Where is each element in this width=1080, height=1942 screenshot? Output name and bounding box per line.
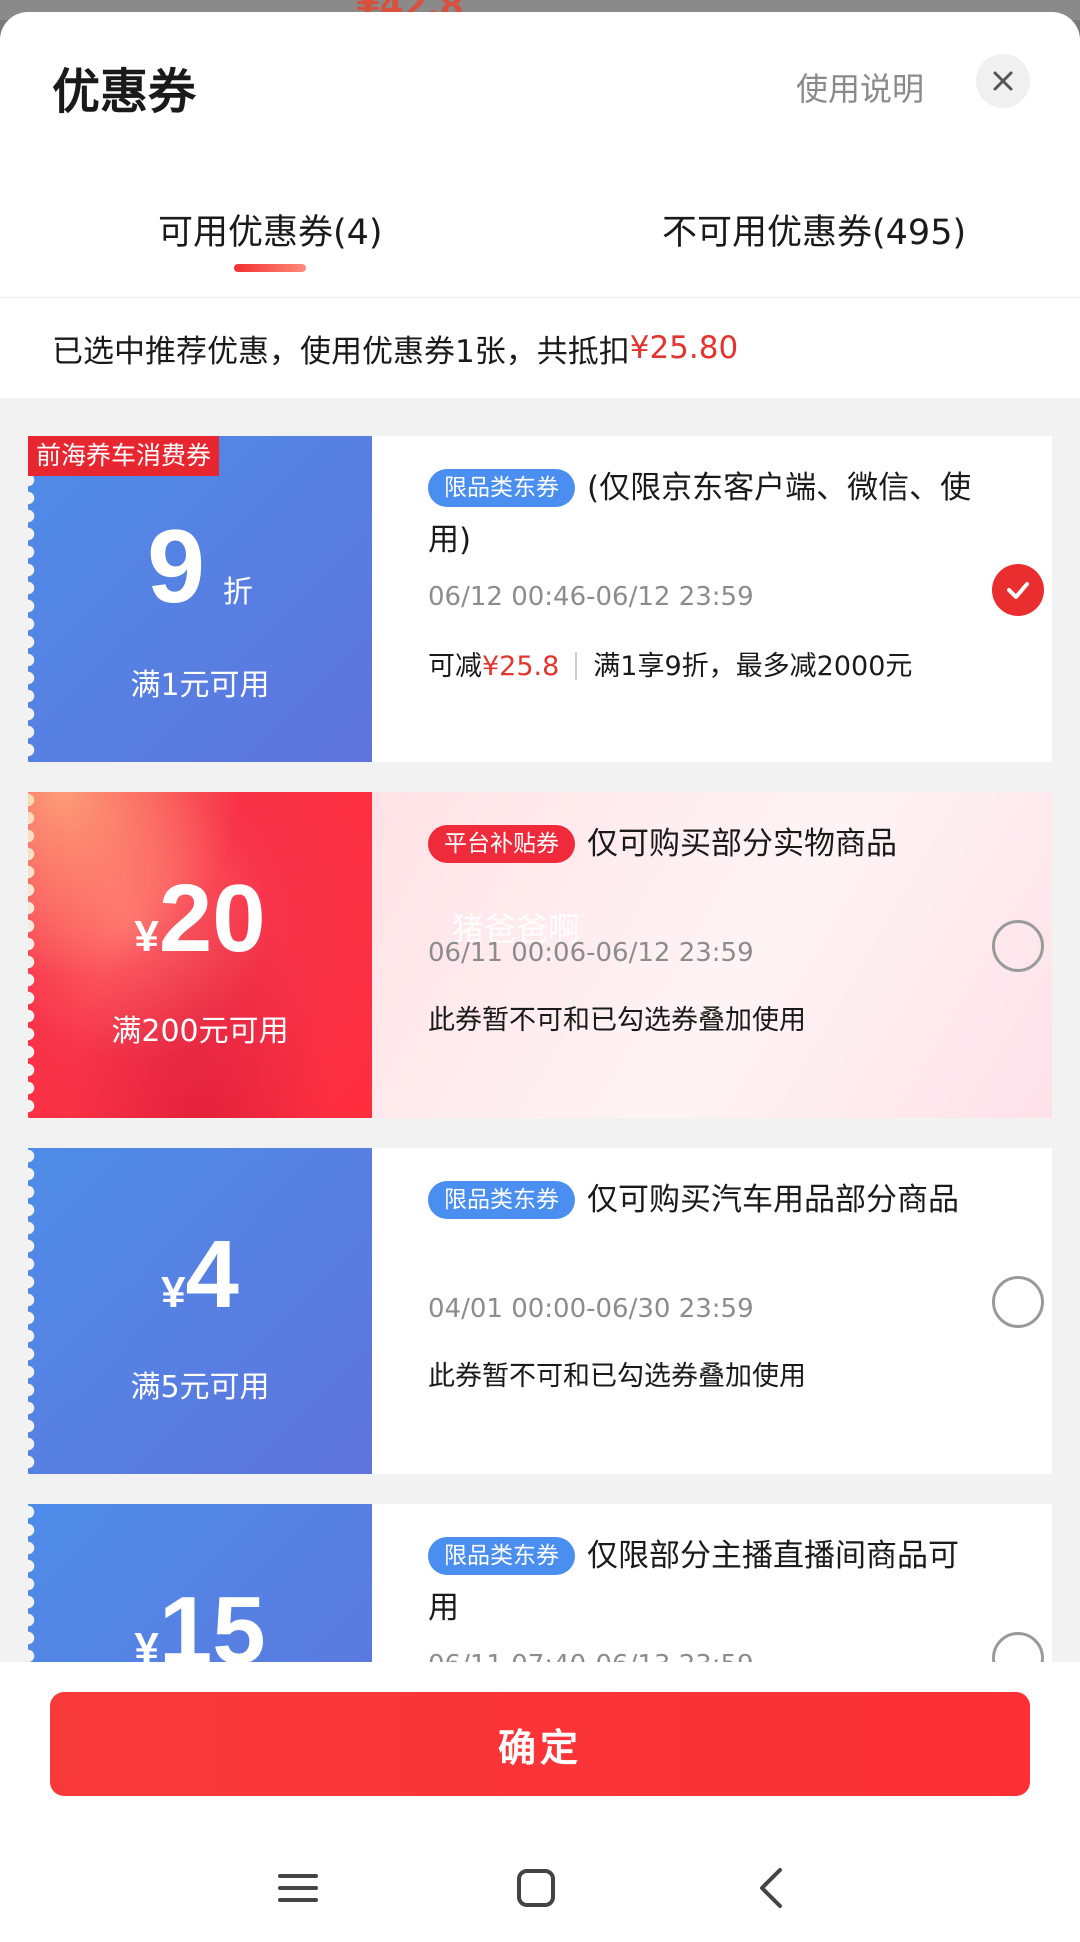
coupon-select-checkbox[interactable] bbox=[992, 1276, 1044, 1328]
coupon-value-number: 4 bbox=[185, 1221, 239, 1328]
coupon-type-badge: 限品类东券 bbox=[428, 1181, 575, 1219]
coupon-validity: 06/11 00:06-06/12 23:59 bbox=[428, 938, 754, 968]
coupon-info: 限品类东券 (仅限京东客户端、微信、使用) 06/12 00:46-06/12 2… bbox=[372, 436, 1052, 762]
coupon-select-checkbox[interactable] bbox=[992, 920, 1044, 972]
coupon-value-number: 20 bbox=[158, 865, 266, 972]
coupon-card[interactable]: 前海养车消费券 9折 满1元可用 限品类东券 (仅限京东客户端、微信、使用) 06… bbox=[28, 436, 1052, 762]
coupon-note: 可减¥25.8 满1享9折，最多减2000元 bbox=[428, 644, 912, 683]
coupon-select-checkbox[interactable] bbox=[992, 1632, 1044, 1662]
coupon-card[interactable]: ¥15 限品类东券仅限部分主播直播间商品可用 06/11 07:40-06/13… bbox=[28, 1504, 1052, 1662]
coupon-type-badge: 限品类东券 bbox=[428, 1537, 575, 1575]
menu-nav-button[interactable] bbox=[272, 1862, 324, 1914]
coupon-condition: 满5元可用 bbox=[130, 1370, 270, 1405]
coupon-value: ¥15 bbox=[28, 1576, 372, 1662]
coupon-description: 限品类东券 仅限部分主播直播间商品可用 bbox=[428, 1530, 988, 1634]
coupon-description: 限品类东券 仅可购买汽车用品部分商品 bbox=[428, 1174, 988, 1226]
coupon-value-number: 9 bbox=[147, 509, 205, 625]
coupon-description: 平台补贴券 仅可购买部分实物商品 bbox=[428, 818, 988, 870]
coupon-tabs: 可用优惠券(4) 不可用优惠券(495) bbox=[0, 152, 1080, 298]
coupon-validity: 06/12 00:46-06/12 23:59 bbox=[428, 582, 754, 612]
coupon-info: 限品类东券仅限部分主播直播间商品可用 06/11 07:40-06/13 23:… bbox=[372, 1504, 1052, 1662]
note-divider bbox=[575, 652, 578, 680]
home-nav-button[interactable] bbox=[510, 1862, 562, 1914]
coupon-condition: 满200元可用 bbox=[111, 1014, 289, 1049]
coupon-validity: 04/01 00:00-06/30 23:59 bbox=[428, 1294, 754, 1324]
coupon-card[interactable]: ¥4 满5元可用 限品类东券 仅可购买汽车用品部分商品 04/01 00:00-0… bbox=[28, 1148, 1052, 1474]
tab-available[interactable]: 可用优惠券(4) bbox=[158, 204, 383, 255]
checkmark-icon bbox=[1007, 582, 1029, 599]
coupon-note: 此券暂不可和已勾选券叠加使用 bbox=[428, 1361, 806, 1392]
coupon-description-text: 仅可购买部分实物商品 bbox=[587, 826, 897, 862]
system-nav-bar bbox=[0, 1840, 1080, 1936]
menu-icon bbox=[278, 1874, 318, 1902]
back-chevron-icon bbox=[760, 1868, 782, 1908]
coupon-value: ¥4 bbox=[28, 1220, 372, 1330]
coupon-currency: ¥ bbox=[134, 1624, 159, 1662]
coupon-card[interactable]: ¥20 满200元可用 平台补贴券 仅可购买部分实物商品 猪爸爸啊 06/11 0… bbox=[28, 792, 1052, 1118]
selection-summary: 已选中推荐优惠，使用优惠券1张，共抵扣 ¥25.80 bbox=[0, 298, 1080, 398]
coupon-info: 限品类东券 仅可购买汽车用品部分商品 04/01 00:00-06/30 23:5… bbox=[372, 1148, 1052, 1474]
summary-amount: ¥25.80 bbox=[629, 330, 739, 366]
coupon-validity: 06/11 07:40-06/13 23:59 bbox=[428, 1650, 754, 1662]
active-tab-indicator bbox=[234, 264, 306, 272]
sheet-title: 优惠券 bbox=[52, 64, 197, 120]
close-button[interactable] bbox=[976, 54, 1030, 108]
coupon-type-badge: 限品类东券 bbox=[428, 469, 575, 507]
note-prefix: 可减 bbox=[428, 651, 482, 682]
coupon-list[interactable]: 前海养车消费券 9折 满1元可用 限品类东券 (仅限京东客户端、微信、使用) 06… bbox=[0, 398, 1080, 1662]
coupon-value-number: 15 bbox=[158, 1577, 266, 1662]
coupon-value-unit: 折 bbox=[222, 576, 253, 609]
close-icon bbox=[993, 71, 1013, 91]
coupon-value: 9折 bbox=[28, 508, 372, 627]
coupon-currency: ¥ bbox=[134, 912, 159, 961]
coupon-description: 限品类东券 (仅限京东客户端、微信、使用) bbox=[428, 462, 988, 566]
coupon-currency: ¥ bbox=[161, 1268, 186, 1317]
note-amount: ¥25.8 bbox=[482, 651, 560, 682]
back-nav-button[interactable] bbox=[746, 1862, 798, 1914]
coupon-sheet: 优惠券 使用说明 可用优惠券(4) 不可用优惠券(495) 已选中推荐优惠，使用… bbox=[0, 12, 1080, 1942]
coupon-type-badge: 平台补贴券 bbox=[428, 825, 575, 863]
coupon-corner-tag: 前海养车消费券 bbox=[28, 436, 220, 476]
coupon-description-text: 仅可购买汽车用品部分商品 bbox=[587, 1182, 959, 1218]
home-square-icon bbox=[517, 1869, 555, 1907]
coupon-value-panel: 前海养车消费券 9折 满1元可用 bbox=[28, 436, 372, 762]
note-rule: 满1享9折，最多减2000元 bbox=[593, 651, 913, 682]
tab-unavailable[interactable]: 不可用优惠券(495) bbox=[662, 204, 966, 255]
sheet-header: 优惠券 使用说明 bbox=[0, 12, 1080, 152]
sheet-footer: 确定 bbox=[0, 1662, 1080, 1942]
coupon-value-panel: ¥15 bbox=[28, 1504, 372, 1662]
coupon-value-panel: ¥20 满200元可用 bbox=[28, 792, 372, 1118]
summary-text: 已选中推荐优惠，使用优惠券1张，共抵扣 bbox=[52, 333, 630, 370]
coupon-select-checkbox[interactable] bbox=[992, 564, 1044, 616]
coupon-value: ¥20 bbox=[28, 864, 372, 974]
coupon-info: 平台补贴券 仅可购买部分实物商品 猪爸爸啊 06/11 00:06-06/12 2… bbox=[372, 792, 1052, 1118]
usage-instructions-link[interactable]: 使用说明 bbox=[796, 64, 924, 110]
coupon-note: 此券暂不可和已勾选券叠加使用 bbox=[428, 1005, 806, 1036]
coupon-value-panel: ¥4 满5元可用 bbox=[28, 1148, 372, 1474]
confirm-button[interactable]: 确定 bbox=[50, 1692, 1030, 1796]
coupon-condition: 满1元可用 bbox=[130, 668, 270, 703]
